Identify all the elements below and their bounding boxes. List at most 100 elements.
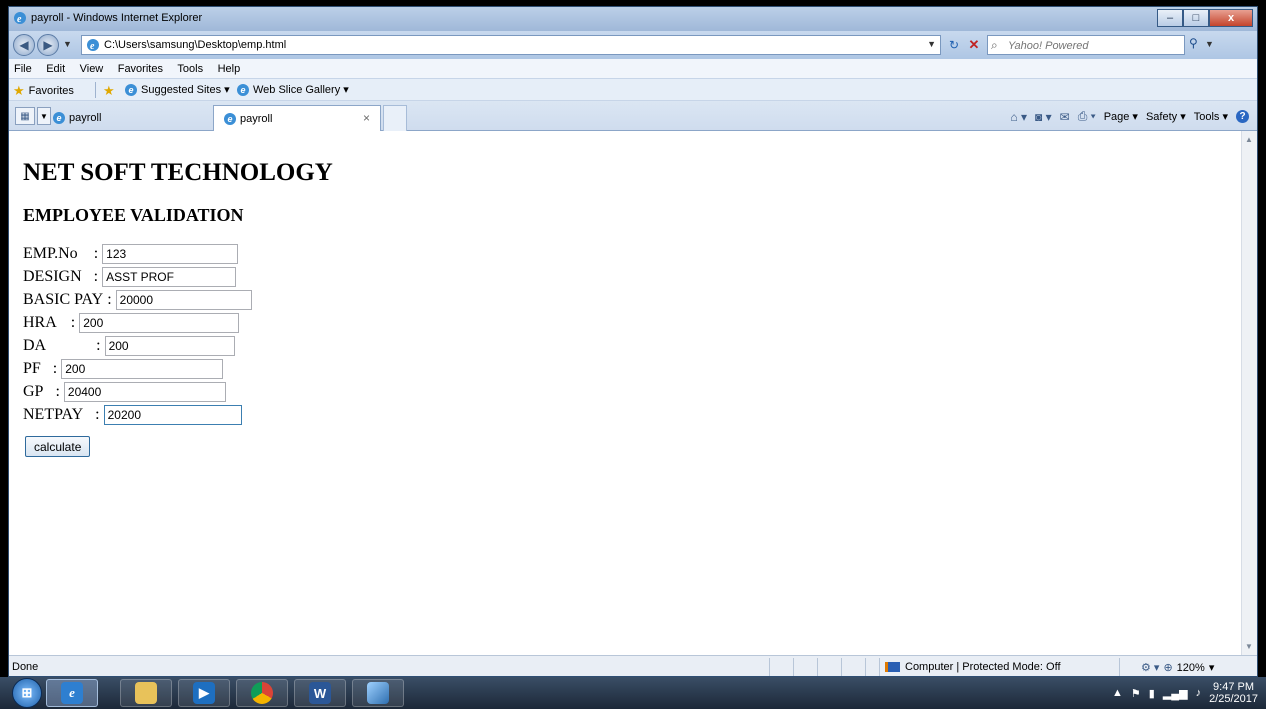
menu-favorites[interactable]: Favorites	[113, 60, 168, 75]
taskbar-media-player[interactable]: ▶	[178, 679, 230, 707]
page-subheading: EMPLOYEE VALIDATION	[23, 205, 244, 225]
taskbar-file-explorer[interactable]	[120, 679, 172, 707]
print-icon[interactable]: ⎙ ▾	[1078, 109, 1096, 124]
field-label: DESIGN	[23, 268, 82, 285]
tab-payroll-1[interactable]: e payroll	[53, 105, 203, 131]
taskbar-internet-explorer[interactable]: e	[46, 679, 98, 707]
taskbar: ⊞ e ▶ W ▲ ⚑ ▮ ▂▄▆ ♪ 9:47 PM 2/25/2017	[0, 677, 1266, 709]
start-button[interactable]: ⊞	[12, 678, 42, 708]
zoom-icon: ⊕	[1163, 662, 1173, 674]
add-to-favorites-button[interactable]: ★	[103, 83, 119, 99]
search-options-dropdown-icon[interactable]: ▼	[1205, 39, 1214, 49]
svg-text:e: e	[17, 14, 22, 25]
chrome-icon	[251, 682, 273, 704]
field-row-da: DA :	[23, 335, 235, 357]
windows-logo-icon: ⊞	[21, 685, 33, 700]
action-center-flag-icon[interactable]: ⚑	[1131, 687, 1141, 700]
menu-tools[interactable]: Tools	[172, 60, 208, 75]
clock[interactable]: 9:47 PM 2/25/2017	[1209, 681, 1258, 705]
power-icon[interactable]: ▮	[1149, 687, 1155, 700]
hra-input[interactable]	[79, 313, 240, 333]
menu-edit[interactable]: Edit	[41, 60, 70, 75]
safety-menu[interactable]: Safety ▾	[1146, 110, 1186, 123]
taskbar-chrome[interactable]	[236, 679, 288, 707]
search-go-icon[interactable]: ⚲	[1189, 36, 1198, 50]
status-divider	[865, 658, 866, 676]
taskbar-app[interactable]	[352, 679, 404, 707]
menu-help[interactable]: Help	[213, 60, 246, 75]
word-icon: W	[309, 682, 331, 704]
menu-file[interactable]: File	[9, 60, 37, 75]
network-signal-icon[interactable]: ▂▄▆	[1163, 687, 1188, 700]
basic-pay-input[interactable]	[115, 290, 252, 310]
field-colon: :	[93, 268, 99, 285]
taskbar-word[interactable]: W	[294, 679, 346, 707]
da-input[interactable]	[104, 336, 235, 356]
back-button[interactable]: ◀	[13, 34, 35, 56]
calculate-button[interactable]: calculate	[25, 436, 91, 457]
tab-list-dropdown-icon[interactable]: ▼	[37, 107, 51, 125]
suggested-sites-link[interactable]: e Suggested Sites ▾	[125, 83, 230, 96]
zoom-control[interactable]: ⚙ ▾ ⊕ 120% ▾	[1141, 661, 1215, 675]
field-label: EMP.No	[23, 245, 78, 262]
security-zone[interactable]: Computer | Protected Mode: Off	[885, 661, 1061, 673]
address-dropdown-icon[interactable]: ▼	[927, 39, 936, 49]
design-input[interactable]	[102, 267, 237, 287]
page-menu[interactable]: Page ▾	[1104, 110, 1138, 123]
vertical-scrollbar[interactable]: ▲ ▼	[1241, 131, 1257, 655]
address-url[interactable]: C:\Users\samsung\Desktop\emp.html	[104, 39, 286, 51]
search-input[interactable]	[1006, 37, 1180, 55]
gp-input[interactable]	[63, 382, 226, 402]
field-label: GP	[23, 383, 44, 400]
status-divider	[793, 658, 794, 676]
web-slice-gallery-link[interactable]: e Web Slice Gallery ▾	[237, 83, 349, 96]
ie-window: e payroll - Windows Internet Explorer – …	[8, 6, 1258, 677]
mail-icon[interactable]: ✉	[1060, 110, 1070, 124]
new-tab-button[interactable]	[383, 105, 407, 131]
tab-payroll-2[interactable]: e payroll ×	[213, 105, 381, 131]
ie-page-icon: e	[125, 83, 137, 96]
address-bar[interactable]: e C:\Users\samsung\Desktop\emp.html ▼	[81, 35, 941, 55]
field-label: NETPAY	[23, 406, 84, 423]
favorites-bar: ★ Favorites ★ e Suggested Sites ▾ e Web …	[9, 79, 1257, 101]
close-button[interactable]: x	[1209, 9, 1253, 27]
help-icon[interactable]: ?	[1236, 110, 1249, 123]
command-bar: ⌂ ▾ ◙ ▾ ✉ ⎙ ▾ Page ▾ Safety ▾ Tools ▾ ?	[1010, 109, 1249, 124]
tools-menu[interactable]: Tools ▾	[1194, 110, 1228, 123]
recent-pages-dropdown-icon[interactable]: ▼	[63, 39, 72, 49]
search-box[interactable]: ⌕	[987, 35, 1185, 55]
title-bar[interactable]: e payroll - Windows Internet Explorer – …	[9, 7, 1257, 31]
show-hidden-icons-icon[interactable]: ▲	[1112, 687, 1123, 699]
maximize-button[interactable]: □	[1183, 9, 1209, 27]
protected-mode-icon: ⚙ ▾	[1141, 662, 1160, 674]
feeds-icon[interactable]: ◙ ▾	[1035, 110, 1052, 124]
pf-input[interactable]	[61, 359, 224, 379]
volume-icon[interactable]: ♪	[1196, 687, 1202, 699]
zoom-dropdown-icon[interactable]: ▾	[1209, 661, 1215, 674]
refresh-icon[interactable]: ↻	[945, 36, 963, 54]
field-colon: :	[95, 406, 100, 423]
zoom-level: 120%	[1176, 661, 1205, 674]
system-tray: ▲ ⚑ ▮ ▂▄▆ ♪ 9:47 PM 2/25/2017	[1112, 681, 1258, 705]
scroll-down-icon[interactable]: ▼	[1245, 642, 1253, 651]
stop-icon[interactable]: ✕	[965, 36, 983, 54]
tab-close-icon[interactable]: ×	[363, 111, 370, 125]
netpay-input[interactable]	[103, 405, 242, 425]
quick-tabs-icon[interactable]: ▦	[15, 107, 35, 125]
field-label: PF	[23, 360, 41, 377]
status-bar: Done Computer | Protected Mode: Off ⚙ ▾ …	[9, 655, 1257, 676]
ie-page-icon: e	[53, 112, 65, 124]
favorites-button[interactable]: ★ Favorites	[13, 83, 74, 99]
ie-page-icon: e	[237, 83, 249, 96]
field-colon: :	[107, 291, 112, 308]
folder-icon	[135, 682, 157, 704]
home-icon[interactable]: ⌂ ▾	[1010, 110, 1027, 124]
clock-date: 2/25/2017	[1209, 693, 1258, 705]
ie-logo-icon: e	[14, 12, 26, 25]
forward-button[interactable]: ▶	[37, 34, 59, 56]
minimize-button[interactable]: –	[1157, 9, 1183, 27]
scroll-up-icon[interactable]: ▲	[1245, 135, 1253, 144]
menu-view[interactable]: View	[75, 60, 109, 75]
navigation-bar: ◀ ▶ ▼ e C:\Users\samsung\Desktop\emp.htm…	[9, 31, 1257, 59]
emp-no-input[interactable]	[102, 244, 239, 264]
